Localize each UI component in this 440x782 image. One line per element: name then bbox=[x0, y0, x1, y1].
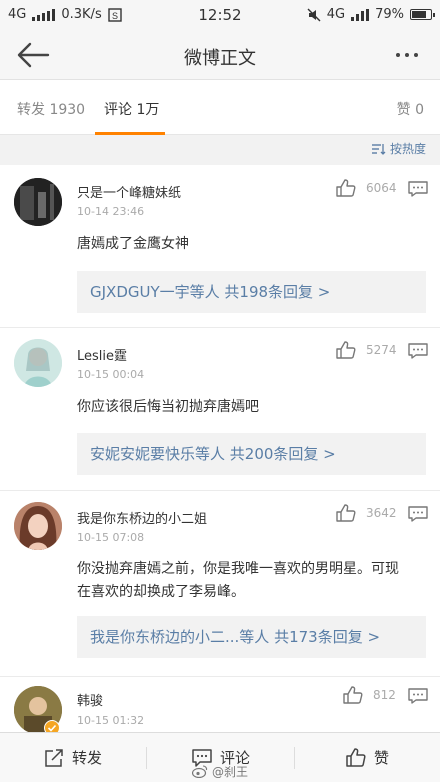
like-label: 赞 bbox=[374, 749, 390, 767]
comment-time: 10-15 07:08 bbox=[77, 531, 145, 544]
comment-item: Leslie霆 10-15 00:04 5274 你应该很后悔当初抛弃唐嫣吧 安… bbox=[0, 328, 440, 490]
comment-username[interactable]: Leslie霆 bbox=[77, 345, 127, 364]
like-button[interactable]: 赞 bbox=[346, 747, 389, 768]
nav-header: 微博正文 bbox=[0, 30, 440, 80]
thumbs-up-icon bbox=[336, 341, 356, 359]
reply-icon[interactable] bbox=[408, 688, 428, 704]
comment-replies-link[interactable]: 安妮安妮要快乐等人 共200条回复 > bbox=[77, 433, 426, 475]
mute-icon bbox=[307, 8, 321, 21]
page-title: 微博正文 bbox=[184, 48, 256, 69]
status-bar: 4G 0.3K/s S 12:52 4G 79% bbox=[0, 0, 440, 30]
more-dot-icon bbox=[414, 53, 418, 57]
status-right: 4G 79% bbox=[307, 7, 435, 22]
reply-icon[interactable] bbox=[408, 343, 428, 359]
comment-text: 唐嫣成了金鹰女神 bbox=[77, 236, 189, 252]
more-dot-icon bbox=[396, 53, 400, 57]
reply-icon[interactable] bbox=[408, 181, 428, 197]
comment-username[interactable]: 韩骏 bbox=[77, 690, 103, 709]
comment-item: 我是你东桥边的小二姐 10-15 07:08 3642 你没抛弃唐嫣之前，你是我… bbox=[0, 491, 440, 676]
avatar[interactable] bbox=[14, 686, 62, 732]
avatar[interactable] bbox=[14, 502, 62, 550]
comment-replies-link[interactable]: GJXDGUY一宇等人 共198条回复 > bbox=[77, 271, 426, 313]
comment-username[interactable]: 只是一个峰糖妹纸 bbox=[77, 182, 181, 201]
comment-username[interactable]: 我是你东桥边的小二姐 bbox=[77, 508, 207, 527]
avatar[interactable] bbox=[14, 339, 62, 387]
battery-icon bbox=[410, 9, 435, 20]
verified-badge-icon bbox=[44, 720, 60, 732]
more-button[interactable] bbox=[390, 40, 424, 70]
comment-like-button[interactable]: 6064 bbox=[336, 179, 397, 197]
avatar-image bbox=[14, 502, 62, 550]
toolbar-separator bbox=[146, 747, 147, 769]
battery-level: 79% bbox=[375, 7, 404, 22]
thumbs-up-icon bbox=[343, 686, 363, 704]
network-type-right: 4G bbox=[326, 7, 346, 22]
signal-icon-right bbox=[351, 8, 370, 21]
comment-like-button[interactable]: 5274 bbox=[336, 341, 397, 359]
repost-button[interactable]: 转发 bbox=[44, 747, 102, 768]
comment-item: 只是一个峰糖妹纸 10-14 23:46 6064 唐嫣成了金鹰女神 GJXDG… bbox=[0, 165, 440, 327]
sort-label: 按热度 bbox=[389, 142, 426, 156]
tab-comment[interactable]: 评论 1万 bbox=[104, 99, 159, 119]
comment-text: 你应该很后悔当初抛弃唐嫣吧 bbox=[77, 399, 259, 415]
avatar-image bbox=[14, 339, 62, 387]
thumbs-up-icon bbox=[336, 179, 356, 197]
comment-time: 10-15 01:32 bbox=[77, 714, 145, 727]
comment-time: 10-14 23:46 bbox=[77, 205, 145, 218]
reply-icon[interactable] bbox=[408, 506, 428, 522]
comment-like-button[interactable]: 812 bbox=[343, 686, 396, 704]
comment-text: 你没抛弃唐嫣之前，你是我唯一喜欢的男明星。可现在喜欢的却换成了李易峰。 bbox=[77, 561, 399, 600]
sort-bar: 按热度 bbox=[0, 135, 440, 165]
sort-icon bbox=[371, 143, 386, 155]
comment-like-button[interactable]: 3642 bbox=[336, 504, 397, 522]
thumbs-up-icon bbox=[346, 748, 366, 767]
share-icon bbox=[45, 748, 63, 767]
comment-like-count: 812 bbox=[373, 688, 396, 702]
repost-label: 转发 bbox=[72, 749, 103, 767]
comment-like-count: 5274 bbox=[366, 343, 397, 357]
tab-like[interactable]: 赞 0 bbox=[397, 99, 424, 119]
watermark-text: @刹王 bbox=[212, 765, 249, 779]
sort-by-hot-button[interactable]: 按热度 bbox=[371, 140, 426, 157]
toolbar-separator bbox=[294, 747, 295, 769]
tab-bar: 转发 1930 评论 1万 赞 0 bbox=[0, 81, 440, 135]
weibo-logo-icon bbox=[192, 765, 208, 778]
tab-repost[interactable]: 转发 1930 bbox=[17, 99, 85, 119]
comment-like-count: 6064 bbox=[366, 181, 397, 195]
avatar-image bbox=[14, 178, 62, 226]
comment-replies-link[interactable]: 我是你东桥边的小二...等人 共173条回复 > bbox=[77, 616, 426, 658]
avatar[interactable] bbox=[14, 178, 62, 226]
thumbs-up-icon bbox=[336, 504, 356, 522]
comment-time: 10-15 00:04 bbox=[77, 368, 145, 381]
comment-like-count: 3642 bbox=[366, 506, 397, 520]
more-dot-icon bbox=[405, 53, 409, 57]
watermark: @刹王 bbox=[192, 763, 248, 780]
comment-item: 韩骏 10-15 01:32 812 bbox=[0, 677, 440, 732]
